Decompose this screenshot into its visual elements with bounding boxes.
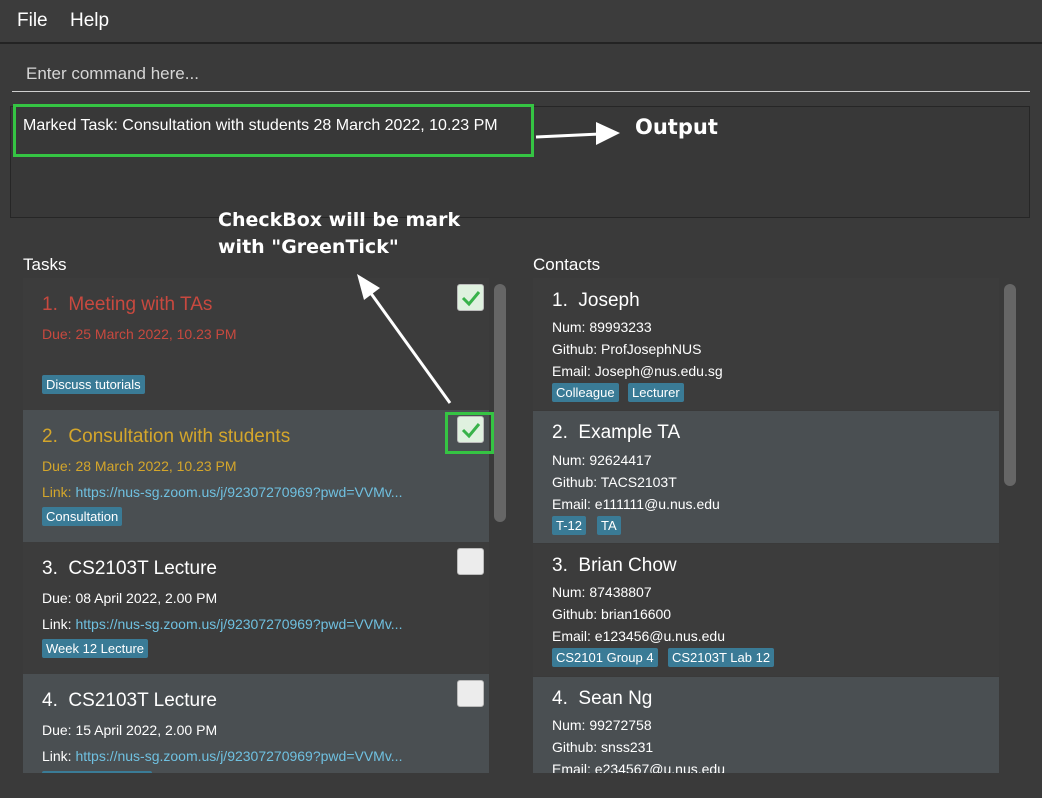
check-icon (461, 291, 481, 307)
contact-phone: Num: 99272758 (552, 717, 652, 733)
task-link-row: Link: https://nus-sg.zoom.us/j/923072709… (42, 484, 402, 500)
task-checkbox[interactable] (457, 680, 484, 707)
contact-tag: Colleague (552, 383, 619, 402)
task-title: 2. Consultation with students (42, 426, 291, 447)
contact-email: Email: Joseph@nus.edu.sg (552, 363, 723, 379)
task-tag: Consultation (42, 507, 123, 526)
command-box (12, 56, 1030, 92)
task-due: Due: 25 March 2022, 10.23 PM (42, 326, 237, 342)
task-link-label: Link: (42, 748, 72, 764)
contact-tag: Lecturer (628, 383, 684, 402)
tasks-title: Tasks (23, 255, 67, 274)
checkbox-highlight-box (445, 412, 494, 454)
task-checkbox[interactable] (457, 284, 484, 311)
contact-github: Github: snss231 (552, 739, 654, 755)
contact-github: Github: brian16600 (552, 606, 672, 622)
output-arrow-icon (535, 122, 620, 145)
task-title: 3. CS2103T Lecture (42, 558, 217, 579)
task-link[interactable]: https://nus-sg.zoom.us/j/92307270969?pwd… (75, 484, 402, 500)
task-link-row: Link: https://nus-sg.zoom.us/j/923072709… (42, 748, 402, 764)
task-link-row: Link: https://nus-sg.zoom.us/j/923072709… (42, 616, 402, 632)
task-link-label: Link: (42, 484, 72, 500)
contact-card[interactable]: 3. Brian Chow Num: 87438807 Github: bria… (533, 544, 999, 676)
menu-help[interactable]: Help (70, 10, 109, 32)
contact-phone: Num: 87438807 (552, 584, 652, 600)
menu-file[interactable]: File (17, 10, 48, 32)
output-label: Output (635, 115, 718, 139)
contact-github: Github: ProfJosephNUS (552, 341, 702, 357)
task-title: 1. Meeting with TAs (42, 294, 213, 315)
task-card[interactable]: 2. Consultation with students Due: 28 Ma… (23, 410, 489, 542)
task-due: Due: 08 April 2022, 2.00 PM (42, 590, 218, 606)
contact-phone: Num: 92624417 (552, 452, 652, 468)
checkbox-note-line1: CheckBox will be mark (218, 209, 461, 231)
task-list-scrollbar[interactable] (494, 284, 506, 522)
result-highlight-box (13, 104, 534, 157)
contact-tag: CS2103T Lab 12 (668, 648, 775, 667)
task-due: Due: 28 March 2022, 10.23 PM (42, 458, 237, 474)
task-due: Due: 15 April 2022, 2.00 PM (42, 722, 218, 738)
contact-card[interactable]: 4. Sean Ng Num: 99272758 Github: snss231… (533, 677, 999, 773)
contact-github: Github: TACS2103T (552, 474, 677, 490)
task-link[interactable]: https://nus-sg.zoom.us/j/92307270969?pwd… (75, 616, 402, 632)
contact-tag: CS2101 Group 4 (552, 648, 658, 667)
contact-card[interactable]: 2. Example TA Num: 92624417 Github: TACS… (533, 411, 999, 543)
command-input[interactable] (12, 56, 1030, 91)
contact-tag: T-12 (552, 516, 587, 535)
checkbox-note-line2: with "GreenTick" (218, 236, 399, 258)
menu-bar: File Help (0, 0, 1042, 44)
contact-name: 2. Example TA (552, 422, 681, 443)
task-tag: Discuss tutorials (42, 375, 145, 394)
task-link-label: Link: (42, 616, 72, 632)
contact-list: 1. Joseph Num: 89993233 Github: ProfJose… (533, 278, 999, 773)
task-link[interactable]: https://nus-sg.zoom.us/j/92307270969?pwd… (75, 748, 402, 764)
contact-name: 3. Brian Chow (552, 555, 677, 576)
contact-list-scrollbar[interactable] (1004, 284, 1016, 486)
contacts-title: Contacts (533, 255, 601, 274)
task-card[interactable]: 3. CS2103T Lecture Due: 08 April 2022, 2… (23, 542, 489, 674)
contact-email: Email: e111111@u.nus.edu (552, 496, 720, 512)
task-checkbox[interactable] (457, 548, 484, 575)
contact-phone: Num: 89993233 (552, 319, 652, 335)
note-arrow-icon (357, 274, 452, 404)
task-card[interactable]: 4. CS2103T Lecture Due: 15 April 2022, 2… (23, 674, 489, 773)
contact-name: 1. Joseph (552, 290, 640, 311)
contact-email: Email: e234567@u.nus.edu (552, 761, 725, 773)
contact-name: 4. Sean Ng (552, 688, 653, 709)
contact-email: Email: e123456@u.nus.edu (552, 628, 725, 644)
task-title: 4. CS2103T Lecture (42, 690, 217, 711)
task-tag (42, 771, 152, 773)
contact-tag: TA (597, 516, 621, 535)
task-tag: Week 12 Lecture (42, 639, 149, 658)
contact-card[interactable]: 1. Joseph Num: 89993233 Github: ProfJose… (533, 278, 999, 410)
